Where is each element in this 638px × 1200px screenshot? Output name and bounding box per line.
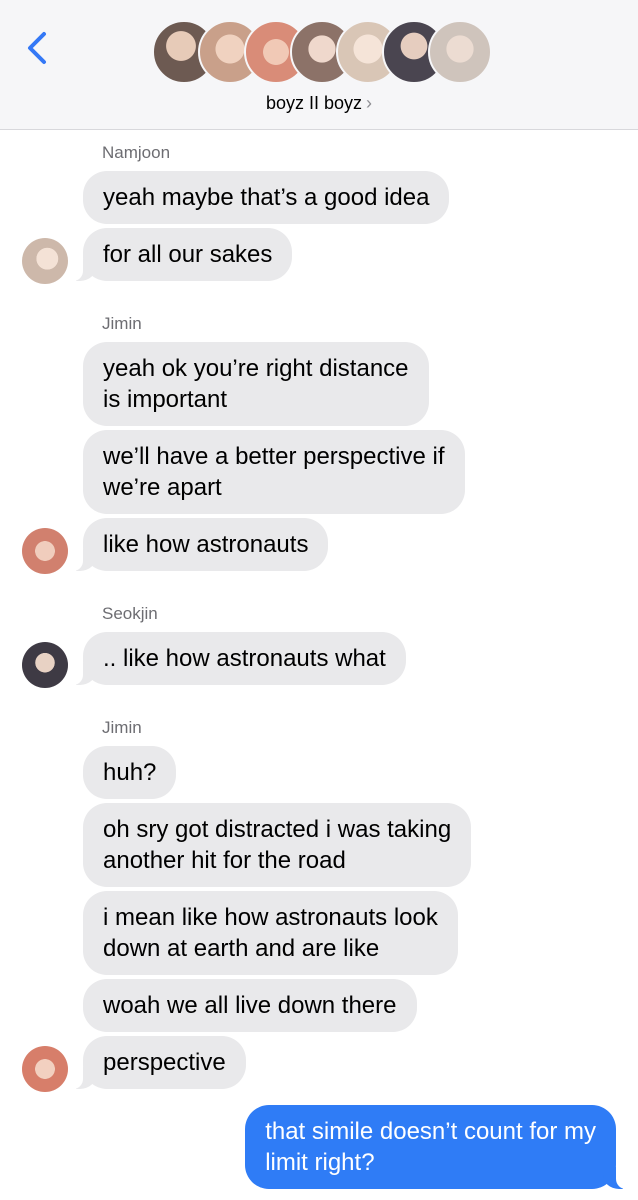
group-name-button[interactable]: boyz II boyz ›	[0, 93, 638, 114]
conversation-header: boyz II boyz ›	[0, 0, 638, 130]
sender-name: Jimin	[102, 718, 142, 737]
back-chevron-icon[interactable]	[22, 28, 52, 68]
member-avatar	[428, 20, 492, 84]
chevron-right-icon: ›	[366, 93, 373, 113]
message-bubble[interactable]: we’ll have a better perspective if we’re…	[83, 430, 465, 514]
message-bubble[interactable]: for all our sakes	[72, 228, 293, 281]
sender-avatar[interactable]	[22, 1046, 68, 1092]
message-bubble[interactable]: perspective	[73, 1036, 246, 1089]
outgoing-message-bubble[interactable]: that simile doesn’t count for my limit r…	[245, 1105, 626, 1189]
message-bubble[interactable]: like how astronauts	[72, 518, 329, 571]
message-bubble[interactable]: woah we all live down there	[83, 979, 417, 1032]
sender-avatar[interactable]	[22, 642, 68, 688]
sender-name: Seokjin	[102, 604, 158, 623]
sender-avatar[interactable]	[22, 528, 68, 574]
sender-avatar[interactable]	[22, 238, 68, 284]
group-avatar-cluster[interactable]	[152, 20, 492, 86]
group-name: boyz II boyz	[265, 93, 363, 113]
message-bubble[interactable]: oh sry got distracted i was taking anoth…	[83, 803, 472, 887]
sender-name: Namjoon	[102, 143, 171, 162]
message-bubble[interactable]: .. like how astronauts what	[73, 632, 406, 685]
message-bubble[interactable]: i mean like how astronauts look down at …	[83, 891, 458, 975]
message-bubble[interactable]: yeah ok you’re right distance is importa…	[83, 342, 429, 426]
message-bubble[interactable]: yeah maybe that’s a good idea	[83, 171, 450, 224]
message-bubble[interactable]: huh?	[83, 746, 177, 799]
sender-name: Jimin	[102, 314, 142, 333]
